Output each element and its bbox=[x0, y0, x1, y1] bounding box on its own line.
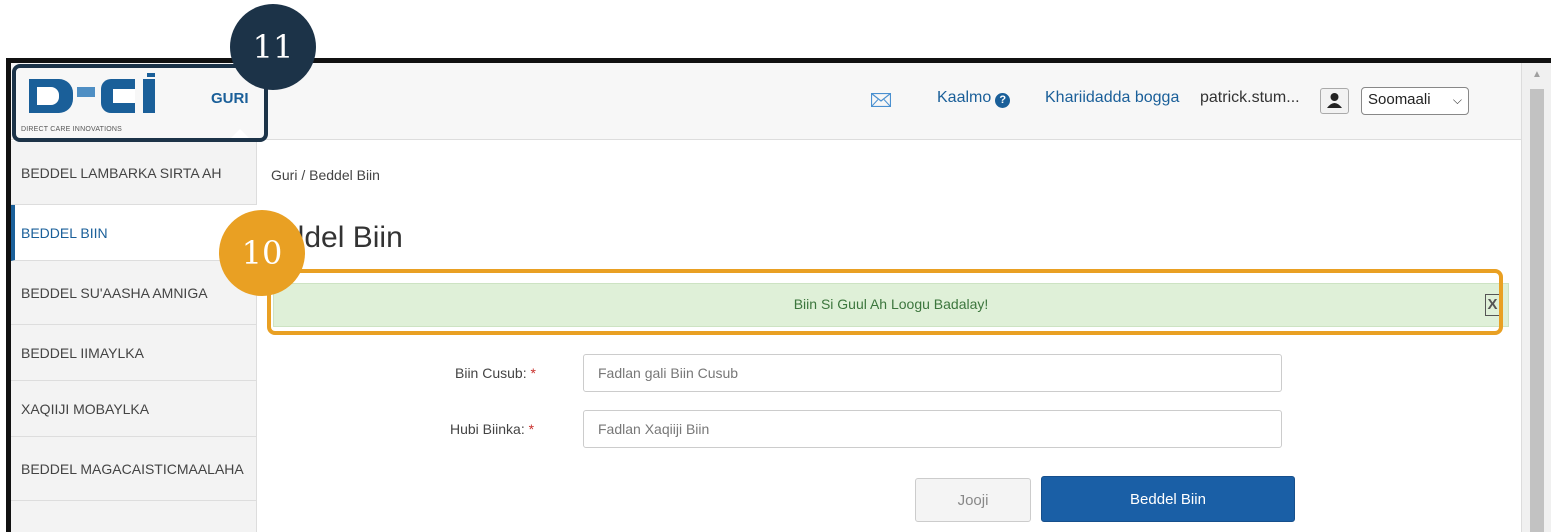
vertical-scrollbar[interactable]: ▲ bbox=[1521, 63, 1551, 532]
callout-highlight-alert bbox=[267, 269, 1503, 335]
new-pin-input[interactable] bbox=[583, 354, 1282, 392]
callout-badge-alert: 10 bbox=[219, 210, 305, 296]
sidebar-item-change-username[interactable]: BEDDEL MAGACAISTICMAALAHA bbox=[11, 437, 257, 501]
confirm-pin-label-text: Hubi Biinka: bbox=[450, 421, 525, 437]
sidebar-item-label: XAQIIJI MOBAYLKA bbox=[21, 400, 150, 417]
help-label: Kaalmo bbox=[937, 89, 992, 106]
sidebar-item-verify-mobile[interactable]: XAQIIJI MOBAYLKA bbox=[11, 381, 257, 437]
change-pin-button[interactable]: Beddel Biin bbox=[1041, 476, 1295, 522]
confirm-pin-label: Hubi Biinka: * bbox=[450, 421, 534, 437]
cancel-button[interactable]: Jooji bbox=[915, 478, 1031, 522]
breadcrumb: Guri / Beddel Biin bbox=[271, 167, 380, 183]
sidebar-item-label: BEDDEL MAGACAISTICMAALAHA bbox=[21, 460, 244, 477]
sidebar-item-change-email[interactable]: BEDDEL IIMAYLKA bbox=[11, 325, 257, 381]
mail-icon[interactable] bbox=[871, 93, 891, 107]
scroll-thumb[interactable] bbox=[1530, 89, 1544, 532]
confirm-pin-input[interactable] bbox=[583, 410, 1282, 448]
language-select[interactable]: Soomaali ⌵ bbox=[1361, 87, 1469, 115]
sidebar-item-change-password[interactable]: BEDDEL LAMBARKA SIRTA AH bbox=[11, 141, 257, 205]
required-mark: * bbox=[530, 365, 536, 381]
sidebar-item-change-security-question[interactable]: BEDDEL SU'AASHA AMNIGA bbox=[11, 261, 257, 325]
help-link[interactable]: Kaalmo? bbox=[937, 89, 1011, 108]
sidebar-item-label: BEDDEL SU'AASHA AMNIGA bbox=[21, 284, 208, 301]
new-pin-label-text: Biin Cusub: bbox=[455, 365, 527, 381]
sidebar-item-label: BEDDEL BIIN bbox=[21, 224, 108, 241]
new-pin-label: Biin Cusub: * bbox=[455, 365, 536, 381]
callout-highlight-home bbox=[12, 64, 268, 142]
callout-badge-home: 11 bbox=[230, 4, 316, 90]
scroll-up-arrow-icon[interactable]: ▲ bbox=[1522, 69, 1551, 80]
language-value: Soomaali bbox=[1368, 91, 1431, 108]
user-profile-button[interactable] bbox=[1320, 88, 1349, 114]
chevron-down-icon: ⌵ bbox=[1452, 93, 1462, 107]
store-link[interactable]: Khariidadda bogga bbox=[1045, 89, 1179, 107]
sidebar-item-label: BEDDEL LAMBARKA SIRTA AH bbox=[21, 164, 222, 181]
user-icon bbox=[1327, 93, 1342, 108]
user-name[interactable]: patrick.stum... bbox=[1200, 89, 1300, 107]
required-mark: * bbox=[528, 421, 535, 437]
sidebar-item-label: BEDDEL IIMAYLKA bbox=[21, 344, 144, 361]
question-circle-icon: ? bbox=[995, 93, 1011, 108]
sidebar: BEDDEL LAMBARKA SIRTA AH BEDDEL BIIN BED… bbox=[11, 141, 257, 532]
